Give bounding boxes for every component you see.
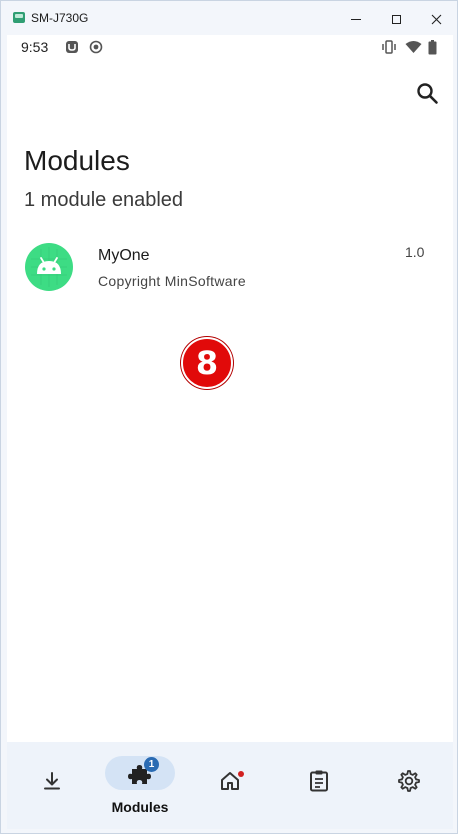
- nav-item-home[interactable]: [185, 742, 275, 829]
- nav-item-logs[interactable]: [274, 742, 364, 829]
- search-button[interactable]: [415, 81, 441, 107]
- app-icon: [13, 12, 25, 23]
- download-icon: [44, 772, 60, 790]
- home-notification-dot: [238, 771, 244, 777]
- step-marker: 8: [181, 337, 233, 389]
- modules-count-badge: 1: [144, 757, 159, 772]
- status-time: 9:53: [21, 39, 49, 55]
- nav-item-settings[interactable]: [363, 742, 453, 829]
- clipboard-icon: [310, 770, 328, 792]
- module-name: MyOne: [98, 247, 150, 264]
- search-icon: [417, 83, 438, 104]
- nav-label-modules: Modules: [111, 799, 169, 815]
- close-icon: [431, 14, 441, 24]
- maximize-icon: [391, 14, 401, 24]
- gear-icon: [398, 770, 420, 792]
- phone-screen: 9:53 Modules 1 module enabled MyOne Copy…: [7, 35, 453, 829]
- nav-item-downloads[interactable]: [7, 742, 97, 829]
- notification-icon: [66, 41, 78, 53]
- android-icon: [25, 243, 73, 291]
- maximize-button[interactable]: [381, 7, 411, 31]
- window-title: SM-J730G: [31, 11, 89, 25]
- bottom-navigation: 1 Modules: [7, 742, 453, 829]
- module-version: 1.0: [405, 244, 425, 260]
- minimize-button[interactable]: [341, 7, 371, 31]
- close-button[interactable]: [421, 7, 451, 31]
- wifi-icon: [405, 41, 422, 53]
- module-list-item[interactable]: MyOne Copyright MinSoftware 1.0: [7, 231, 453, 307]
- page-subtitle: 1 module enabled: [24, 189, 184, 211]
- page-title: Modules: [24, 145, 130, 176]
- battery-icon: [428, 40, 437, 55]
- record-icon: [89, 40, 103, 54]
- minimize-icon: [351, 18, 361, 20]
- module-description: Copyright MinSoftware: [98, 273, 246, 289]
- window-titlebar: SM-J730G: [1, 1, 457, 35]
- vibrate-icon: [382, 40, 396, 54]
- status-bar: 9:53: [7, 35, 453, 59]
- emulator-window: SM-J730G 9:53 Modules 1 module enabled M…: [0, 0, 458, 834]
